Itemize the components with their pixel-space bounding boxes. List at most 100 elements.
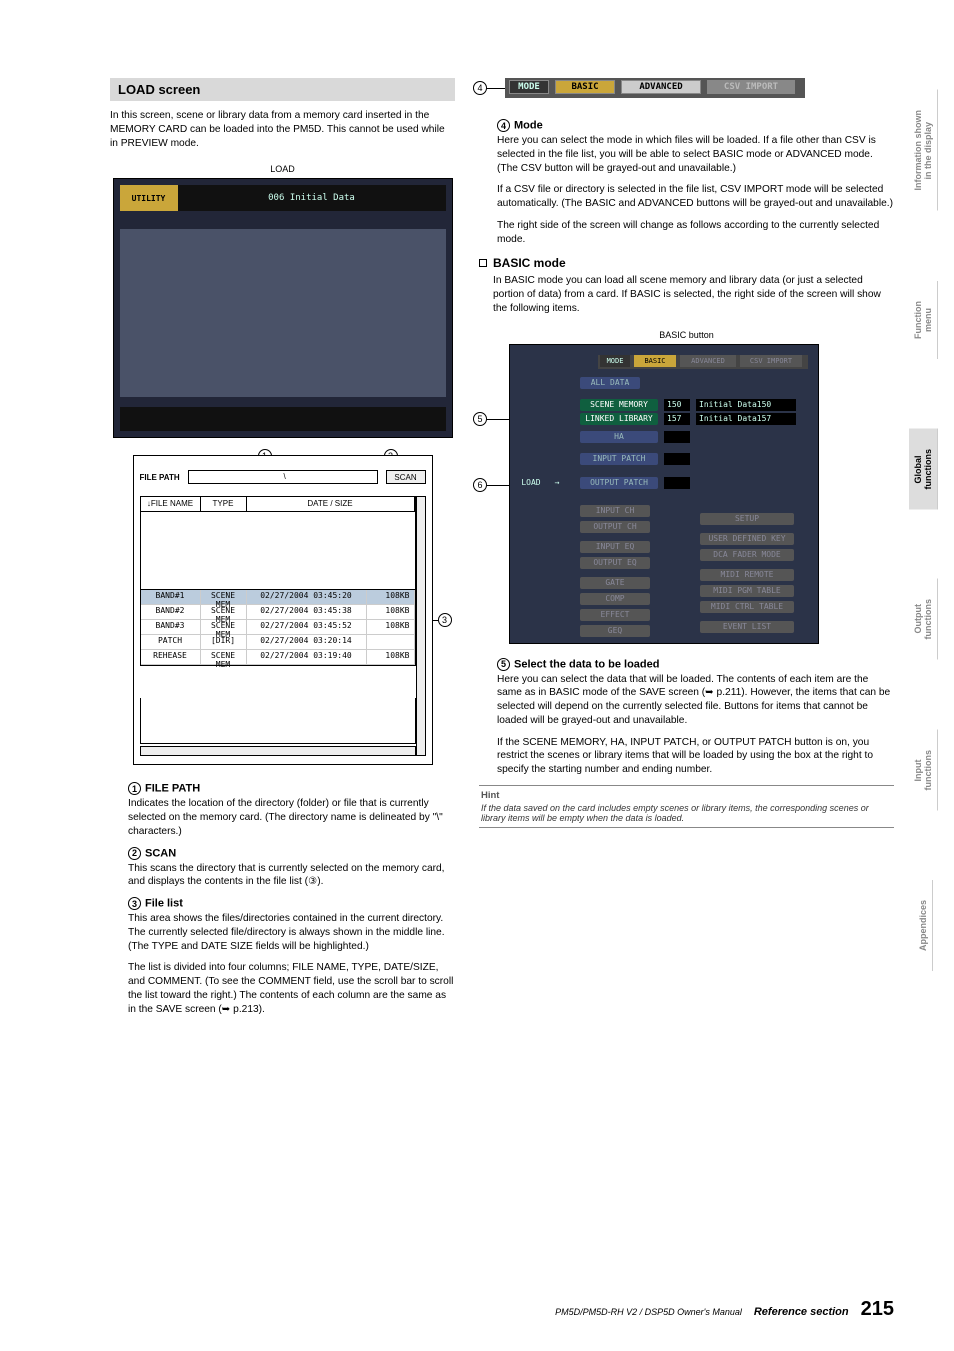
page-content: LOAD screen In this screen, scene or lib… xyxy=(0,0,954,1064)
panel-mode-label: MODE xyxy=(600,355,630,367)
input-eq-button[interactable]: INPUT EQ xyxy=(580,541,650,553)
file-list-lower-blank xyxy=(140,698,416,744)
scan-button[interactable]: SCAN xyxy=(386,470,426,484)
callout-marker-3: 3 xyxy=(438,613,452,627)
basic-panel: MODE BASIC ADVANCED CSV IMPORT ALL DATA … xyxy=(509,344,819,644)
tab-information-shown[interactable]: Information shownin the display xyxy=(909,90,938,211)
item-3-heading: 3File list xyxy=(128,897,455,910)
mode-advanced-button[interactable]: ADVANCED xyxy=(621,80,701,94)
header-datesize[interactable]: DATE / SIZE xyxy=(247,497,415,511)
output-eq-button[interactable]: OUTPUT EQ xyxy=(580,557,650,569)
basic-mode-title: BASIC mode xyxy=(493,256,566,270)
item-5-heading: 5Select the data to be loaded xyxy=(497,658,894,671)
all-data-button[interactable]: ALL DATA xyxy=(580,377,640,389)
scene-num-field[interactable]: 150 xyxy=(664,399,690,411)
tab-function-menu[interactable]: Functionmenu xyxy=(909,281,938,359)
file-row[interactable]: PATCH [DIR] 02/27/2004 03:20:14 xyxy=(141,635,415,650)
file-name-cell: BAND#2 xyxy=(141,605,201,619)
comp-button[interactable]: COMP xyxy=(580,593,650,605)
midi-ctrl-button[interactable]: MIDI CTRL TABLE xyxy=(700,601,794,613)
file-size-cell: 108KB xyxy=(367,605,415,619)
tab-global-functions[interactable]: Globalfunctions xyxy=(909,429,938,510)
vertical-scrollbar[interactable] xyxy=(416,496,426,756)
ha-num-field[interactable] xyxy=(664,431,690,443)
item-5-body-2: If the SCENE MEMORY, HA, INPUT PATCH, or… xyxy=(497,736,894,777)
file-size-cell: 108KB xyxy=(367,590,415,604)
midi-pgm-button[interactable]: MIDI PGM TABLE xyxy=(700,585,794,597)
panel-csv-button[interactable]: CSV IMPORT xyxy=(740,355,802,367)
header-filename[interactable]: ↓FILE NAME xyxy=(141,497,201,511)
file-list-panel: FILE PATH \ SCAN ↓FILE NAME TYPE DATE / … xyxy=(133,455,433,765)
panel-advanced-button[interactable]: ADVANCED xyxy=(680,355,736,367)
tab-appendices[interactable]: Appendices xyxy=(914,880,933,971)
scene-memory-button[interactable]: SCENE MEMORY xyxy=(580,399,658,411)
input-patch-num-field[interactable] xyxy=(664,453,690,465)
screenshot-bottombar xyxy=(120,407,446,431)
filepath-row: FILE PATH \ SCAN xyxy=(140,468,426,486)
input-ch-button[interactable]: INPUT CH xyxy=(580,505,650,517)
file-type-cell: SCENE MEM xyxy=(201,605,247,619)
midi-remote-button[interactable]: MIDI REMOTE xyxy=(700,569,794,581)
tab-output-functions[interactable]: Outputfunctions xyxy=(909,579,938,660)
intro-paragraph: In this screen, scene or library data fr… xyxy=(110,109,455,150)
header-type[interactable]: TYPE xyxy=(201,497,247,511)
item-1-body: Indicates the location of the directory … xyxy=(128,797,455,838)
item-3-title: File list xyxy=(145,898,183,910)
screenshot-load-screen: UTILITY 006 Initial Data xyxy=(113,178,453,438)
side-tabs: Information shownin the display Function… xyxy=(898,90,948,971)
left-column: LOAD screen In this screen, scene or lib… xyxy=(110,78,455,1024)
item-3-block: 3File list This area shows the files/dir… xyxy=(110,897,455,1016)
basic-mode-body: In BASIC mode you can load all scene mem… xyxy=(479,274,894,315)
item-1-title: FILE PATH xyxy=(145,783,200,795)
figure-label-load: LOAD xyxy=(110,164,455,174)
file-row[interactable]: BAND#1 SCENE MEM 02/27/2004 03:45:20 108… xyxy=(141,590,415,605)
geq-button[interactable]: GEQ xyxy=(580,625,650,637)
callout-marker-4: 4 xyxy=(473,81,487,95)
figure-basic-panel: BASIC button 5 6 MODE BASIC ADVANCED CSV… xyxy=(479,330,894,644)
input-patch-button[interactable]: INPUT PATCH xyxy=(580,453,658,465)
mode-basic-button[interactable]: BASIC xyxy=(555,80,615,94)
file-size-cell xyxy=(367,635,415,649)
tab-input-functions[interactable]: Inputfunctions xyxy=(909,730,938,811)
screenshot-titlebar: UTILITY 006 Initial Data xyxy=(120,185,446,211)
file-type-cell: SCENE MEM xyxy=(201,590,247,604)
section-title: LOAD screen xyxy=(118,82,447,97)
ha-button[interactable]: HA xyxy=(580,431,658,443)
file-row[interactable]: BAND#3 SCENE MEM 02/27/2004 03:45:52 108… xyxy=(141,620,415,635)
load-arrow-icon: → xyxy=(550,477,564,489)
item-4-heading: 4 Mode xyxy=(497,119,894,132)
hint-box: Hint If the data saved on the card inclu… xyxy=(479,785,894,828)
filepath-field[interactable]: \ xyxy=(188,470,378,484)
file-date-cell: 02/27/2004 03:45:20 xyxy=(247,590,367,604)
basic-mode-heading: BASIC mode xyxy=(479,256,894,270)
output-ch-button[interactable]: OUTPUT CH xyxy=(580,521,650,533)
setup-button[interactable]: SETUP xyxy=(700,513,794,525)
item-2-body: This scans the directory that is current… xyxy=(128,862,455,890)
file-row[interactable]: BAND#2 SCENE MEM 02/27/2004 03:45:38 108… xyxy=(141,605,415,620)
effect-button[interactable]: EFFECT xyxy=(580,609,650,621)
panel-basic-button[interactable]: BASIC xyxy=(634,355,676,367)
file-name-cell: PATCH xyxy=(141,635,201,649)
item-4-title: Mode xyxy=(514,119,543,131)
linked-library-button[interactable]: LINKED LIBRARY xyxy=(580,413,658,425)
file-size-cell: 108KB xyxy=(367,650,415,664)
horizontal-scrollbar[interactable] xyxy=(140,746,416,756)
file-type-cell: SCENE MEM xyxy=(201,650,247,664)
circled-1-icon: 1 xyxy=(128,782,141,795)
item-4-block: 4Mode Here you can select the mode in wh… xyxy=(479,119,894,246)
file-list-rows: BAND#1 SCENE MEM 02/27/2004 03:45:20 108… xyxy=(140,590,416,666)
gate-button[interactable]: GATE xyxy=(580,577,650,589)
reference-section-label: Reference section xyxy=(754,1306,849,1318)
circled-4-icon: 4 xyxy=(497,119,510,132)
output-patch-button[interactable]: OUTPUT PATCH xyxy=(580,477,658,489)
mode-csv-button[interactable]: CSV IMPORT xyxy=(707,80,795,94)
user-def-button[interactable]: USER DEFINED KEY xyxy=(700,533,794,545)
item-4-body-3: The right side of the screen will change… xyxy=(497,219,894,247)
output-patch-num-field[interactable] xyxy=(664,477,690,489)
circled-2-icon: 2 xyxy=(128,847,141,860)
linked-num-field[interactable]: 157 xyxy=(664,413,690,425)
figure-modebar: 4 MODE BASIC ADVANCED CSV IMPORT xyxy=(479,78,894,111)
event-list-button[interactable]: EVENT LIST xyxy=(700,621,794,633)
dca-fader-button[interactable]: DCA FADER MODE xyxy=(700,549,794,561)
file-row[interactable]: REHEASE SCENE MEM 02/27/2004 03:19:40 10… xyxy=(141,650,415,665)
